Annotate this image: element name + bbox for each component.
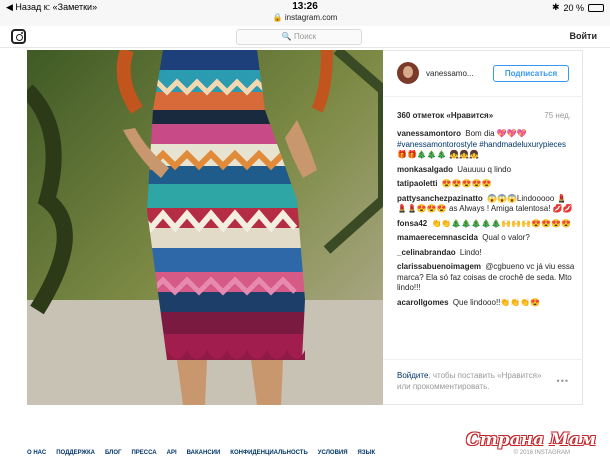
post-header: vanessamo... Подписаться bbox=[383, 51, 583, 97]
comment-user[interactable]: clarissabuenoimagem bbox=[397, 262, 481, 271]
comment-text: Lindo! bbox=[459, 247, 482, 257]
footer-link[interactable]: ПРЕССА bbox=[131, 450, 156, 456]
bluetooth-icon: ✱ bbox=[551, 2, 560, 12]
comment-user[interactable]: _celinabrandao bbox=[397, 248, 456, 257]
comments-list: vanessamontoro Bom dia 💖💖💖 #vanessamonto… bbox=[397, 129, 575, 312]
instagram-topbar: 🔍 Поиск Войти bbox=[0, 26, 610, 48]
comment: mamaerecemnascida Qual o valor? bbox=[397, 233, 575, 244]
instagram-logo-icon[interactable] bbox=[11, 29, 26, 44]
comment-text: 😍😍😍😍😍 bbox=[441, 179, 492, 188]
footer-link[interactable]: КОНФИДЕНЦИАЛЬНОСТЬ bbox=[230, 450, 308, 456]
comment-user[interactable]: monkasalgado bbox=[397, 165, 453, 174]
footer-links: О НАС ПОДДЕРЖКА БЛОГ ПРЕССА API ВАКАНСИИ… bbox=[27, 450, 375, 456]
comment: fonsa42 👏👏🎄🎄🎄🎄🎄🙌🙌🙌😍😍😍😍 bbox=[397, 219, 575, 230]
footer-link[interactable]: О НАС bbox=[27, 450, 46, 456]
footer-link[interactable]: БЛОГ bbox=[105, 450, 121, 456]
post-photo[interactable] bbox=[27, 50, 383, 405]
footer-link[interactable]: УСЛОВИЯ bbox=[318, 450, 348, 456]
battery-icon bbox=[588, 3, 604, 12]
comment-text: Qual o valor? bbox=[482, 233, 530, 242]
comment-footer: Войдите, чтобы поставить «Нравится» или … bbox=[383, 359, 583, 406]
status-right: ✱ 20 % bbox=[552, 2, 604, 13]
likes-count[interactable]: 360 отметок «Нравится» bbox=[397, 111, 493, 120]
login-link[interactable]: Войдите bbox=[397, 371, 428, 380]
post-age[interactable]: 75 нед. bbox=[544, 111, 571, 120]
comment: clarissabuenoimagem @cgbueno vc já viu e… bbox=[397, 262, 575, 294]
comment-user[interactable]: pattysanchezpazinatto bbox=[397, 194, 483, 203]
login-prompt: Войдите, чтобы поставить «Нравится» или … bbox=[397, 370, 547, 392]
footer-link[interactable]: ЯЗЫК bbox=[358, 450, 376, 456]
comment-user[interactable]: tatipaoletti bbox=[397, 179, 437, 188]
comment: vanessamontoro Bom dia 💖💖💖 #vanessamonto… bbox=[397, 129, 575, 161]
status-time: 13:26 bbox=[292, 1, 318, 12]
avatar[interactable] bbox=[397, 62, 419, 84]
likes-row: 360 отметок «Нравится» 75 нед. bbox=[397, 111, 571, 120]
site-watermark: Страна Мам bbox=[466, 430, 596, 450]
status-bar: ◀ Назад к: «Заметки» 13:26 🔒 instagram.c… bbox=[0, 0, 610, 26]
battery-text: 20 % bbox=[563, 2, 584, 13]
url-bar[interactable]: 🔒 instagram.com bbox=[0, 13, 610, 22]
footer-link[interactable]: API bbox=[167, 450, 177, 456]
comment-text: 👏👏🎄🎄🎄🎄🎄🙌🙌🙌😍😍😍😍 bbox=[431, 218, 571, 228]
comment-extra: 🎁🎁🎄🎄🎄 👧👧👧 bbox=[397, 150, 479, 159]
comment-user[interactable]: mamaerecemnascida bbox=[397, 233, 478, 242]
search-input[interactable]: 🔍 Поиск bbox=[236, 29, 362, 45]
comment-user[interactable]: vanessamontoro bbox=[397, 129, 461, 138]
comment-text: Que lindooo!!👏👏👏😍 bbox=[452, 297, 541, 307]
comment: tatipaoletti 😍😍😍😍😍 bbox=[397, 179, 575, 190]
comment-user[interactable]: fonsa42 bbox=[397, 219, 427, 228]
copyright: © 2016 INSTAGRAM bbox=[513, 450, 570, 456]
post-sidebar: vanessamo... Подписаться 360 отметок «Нр… bbox=[383, 50, 583, 405]
username[interactable]: vanessamo... bbox=[426, 69, 474, 78]
footer-link[interactable]: ПОДДЕРЖКА bbox=[56, 450, 95, 456]
comment-text: Uauuuu q lindo bbox=[457, 164, 512, 174]
comment: acarollgomes Que lindooo!!👏👏👏😍 bbox=[397, 298, 575, 309]
crochet-dress-image bbox=[27, 50, 383, 405]
comment: monkasalgado Uauuuu q lindo bbox=[397, 165, 575, 176]
comment: _celinabrandao Lindo! bbox=[397, 248, 575, 259]
hashtag-link[interactable]: #vanessamontorostyle #handmadeluxurypiec… bbox=[397, 140, 566, 149]
comment-text: Bom dia 💖💖💖 bbox=[465, 129, 527, 138]
login-button[interactable]: Войти bbox=[570, 31, 597, 41]
comment: pattysanchezpazinatto 😱😱😱Lindooooo 💄💄💄😍😍… bbox=[397, 194, 575, 215]
footer-link[interactable]: ВАКАНСИИ bbox=[187, 450, 221, 456]
comment-user[interactable]: acarollgomes bbox=[397, 298, 449, 307]
more-options-icon[interactable]: ••• bbox=[557, 376, 569, 386]
follow-button[interactable]: Подписаться bbox=[493, 65, 569, 82]
